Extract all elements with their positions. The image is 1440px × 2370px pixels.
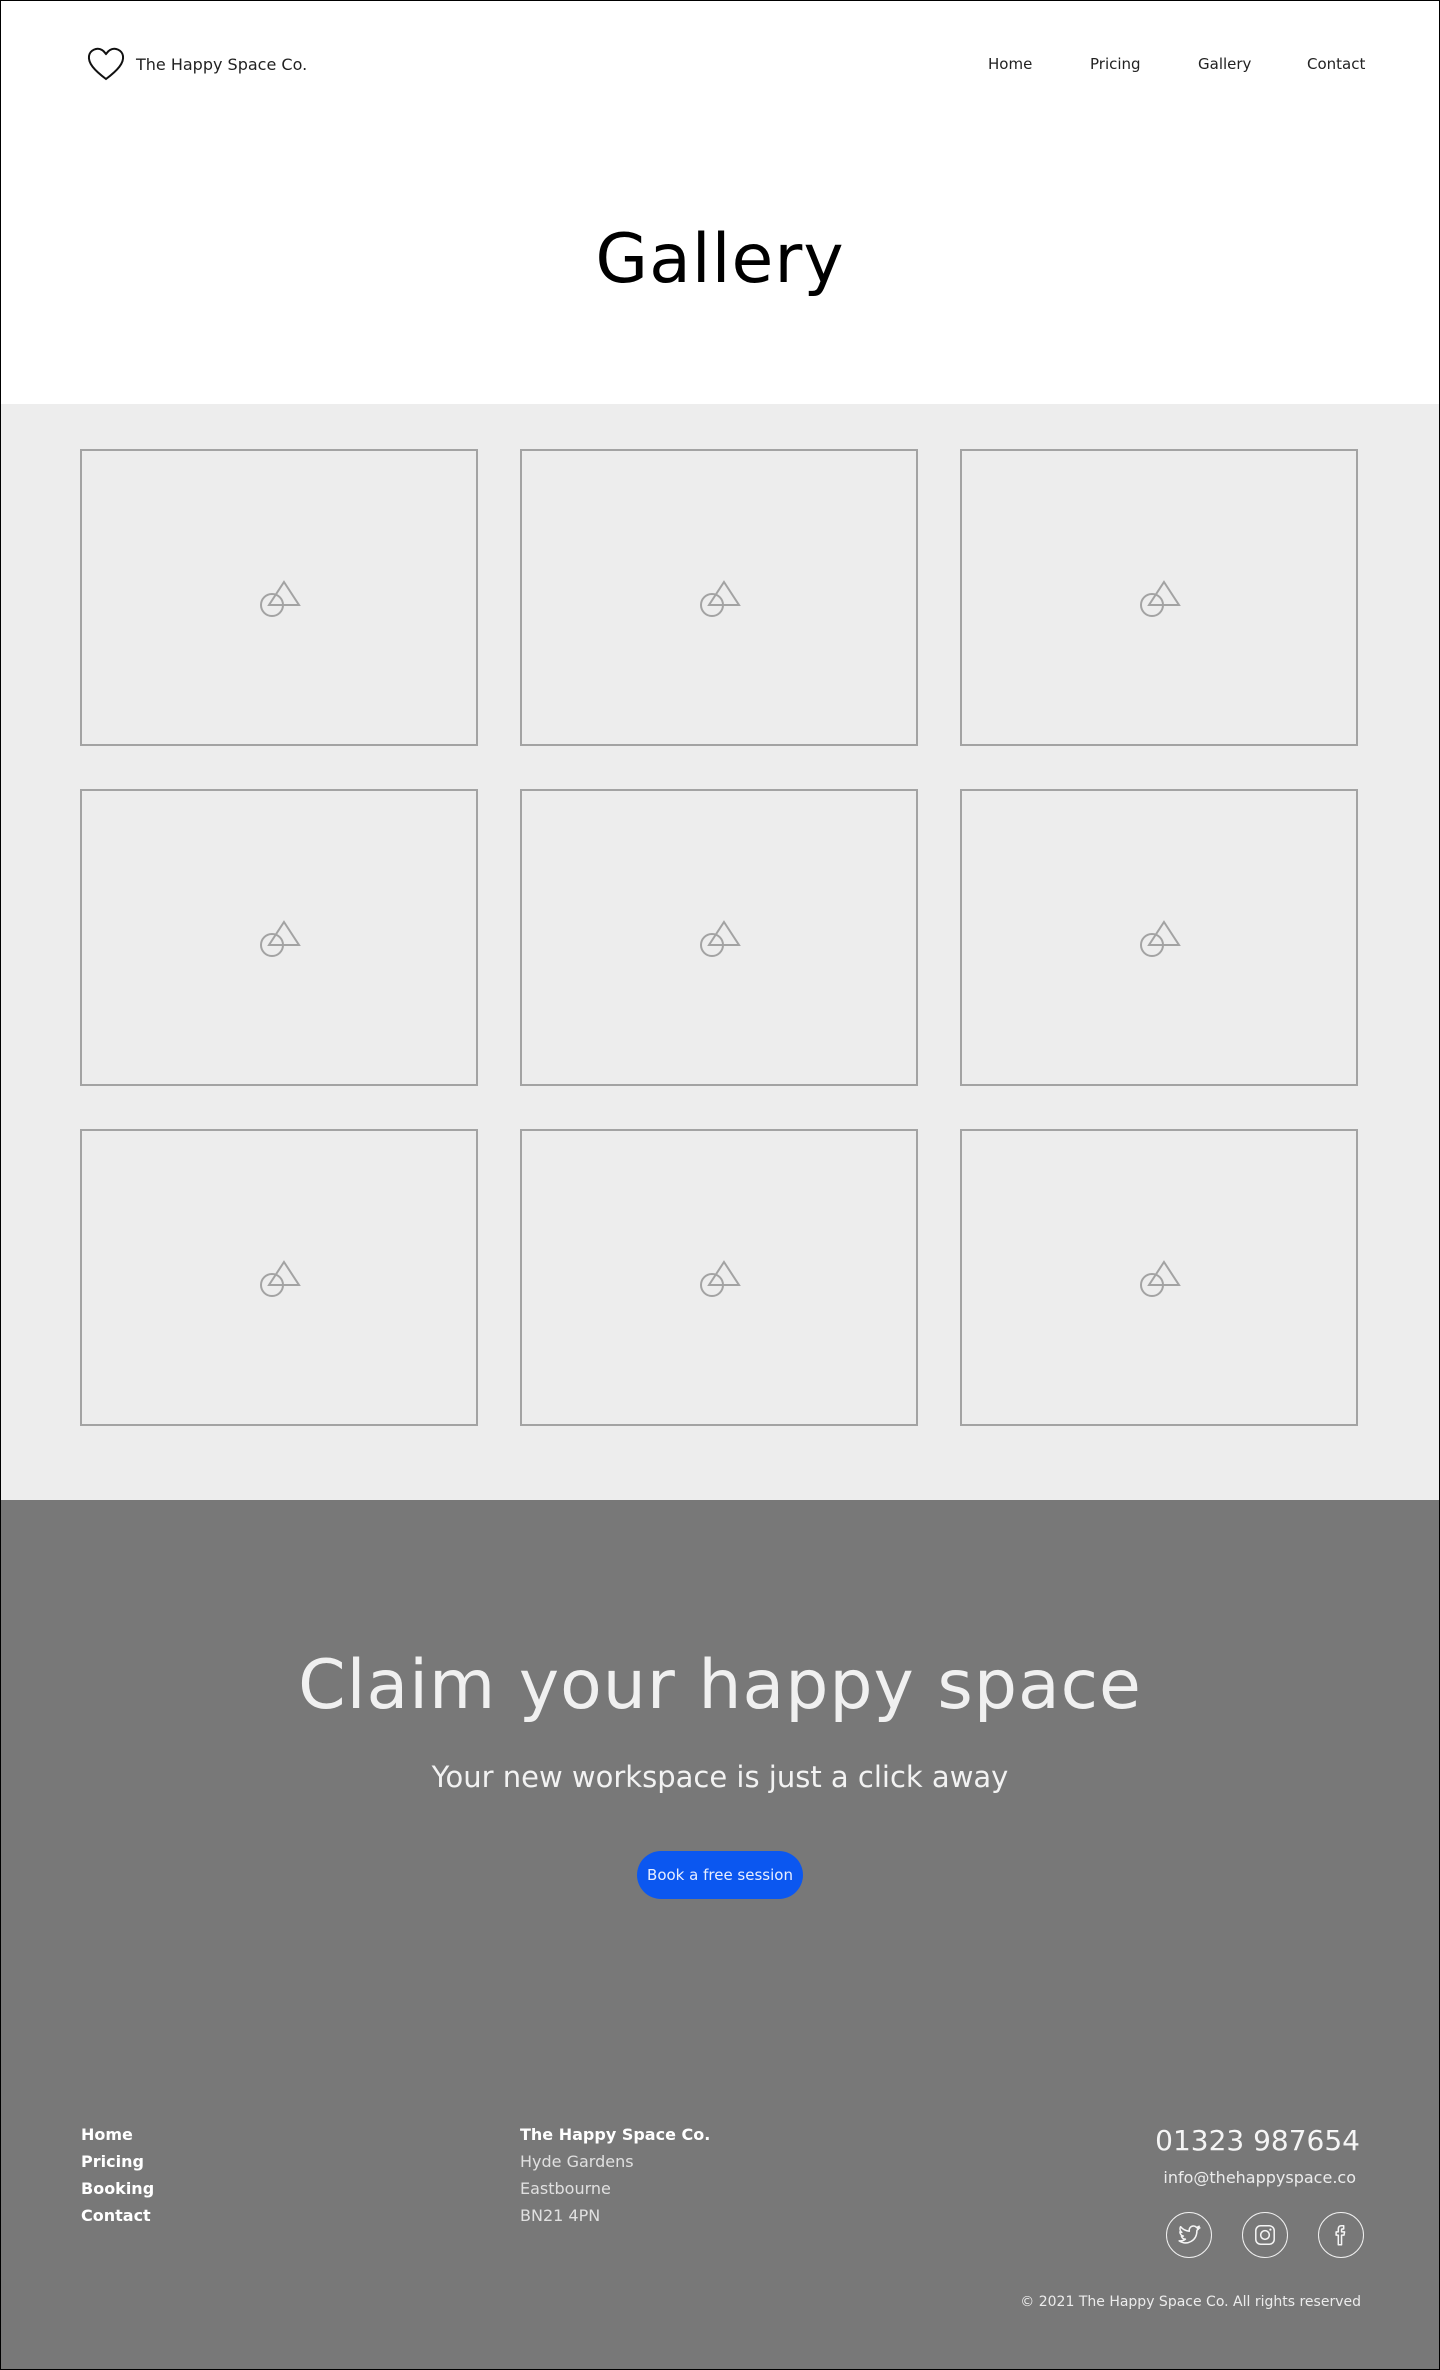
gallery-grid bbox=[0, 404, 1440, 1500]
gallery-image-5[interactable] bbox=[520, 789, 918, 1086]
brand-name: The Happy Space Co. bbox=[136, 54, 308, 74]
twitter-button[interactable] bbox=[1166, 2212, 1212, 2258]
address-line: Eastbourne bbox=[520, 2179, 611, 2198]
email-link[interactable]: info@thehappyspace.co bbox=[1163, 2168, 1356, 2187]
facebook-icon bbox=[1335, 2225, 1346, 2246]
address-company: The Happy Space Co. bbox=[520, 2125, 711, 2144]
page-title: Gallery bbox=[595, 220, 845, 299]
image-placeholder-icon bbox=[260, 920, 301, 957]
book-session-button[interactable]: Book a free session bbox=[637, 1851, 803, 1899]
phone-number[interactable]: 01323 987654 bbox=[1155, 2124, 1360, 2157]
site-header: The Happy Space Co. Home Pricing Gallery… bbox=[0, 0, 1440, 404]
gallery-image-4[interactable] bbox=[80, 789, 478, 1086]
nav-home[interactable]: Home bbox=[988, 55, 1032, 73]
nav-gallery[interactable]: Gallery bbox=[1198, 55, 1251, 73]
image-placeholder-icon bbox=[260, 580, 301, 617]
facebook-button[interactable] bbox=[1318, 2212, 1364, 2258]
footer-nav: Home Pricing Booking Contact bbox=[81, 2121, 154, 2229]
cta-subtitle: Your new workspace is just a click away bbox=[431, 1760, 1009, 1794]
image-placeholder-icon bbox=[1140, 920, 1181, 957]
image-placeholder-icon bbox=[700, 1260, 741, 1297]
footer-link-home[interactable]: Home bbox=[81, 2121, 154, 2148]
heart-icon bbox=[87, 47, 125, 81]
social-links bbox=[1166, 2212, 1364, 2258]
footer-link-pricing[interactable]: Pricing bbox=[81, 2148, 154, 2175]
gallery-image-8[interactable] bbox=[520, 1129, 918, 1426]
twitter-icon bbox=[1178, 2225, 1201, 2244]
nav-contact[interactable]: Contact bbox=[1307, 55, 1365, 73]
footer-link-contact[interactable]: Contact bbox=[81, 2202, 154, 2229]
instagram-icon bbox=[1255, 2225, 1275, 2245]
footer-address: The Happy Space Co. Hyde Gardens Eastbou… bbox=[520, 2121, 710, 2229]
brand-logo[interactable]: The Happy Space Co. bbox=[86, 46, 307, 82]
gallery-image-7[interactable] bbox=[80, 1129, 478, 1426]
nav-pricing[interactable]: Pricing bbox=[1090, 55, 1141, 73]
address-line: Hyde Gardens bbox=[520, 2152, 634, 2171]
image-placeholder-icon bbox=[700, 580, 741, 617]
gallery-image-1[interactable] bbox=[80, 449, 478, 746]
instagram-button[interactable] bbox=[1242, 2212, 1288, 2258]
cta-title: Claim your happy space bbox=[298, 1646, 1142, 1725]
gallery-image-6[interactable] bbox=[960, 789, 1358, 1086]
gallery-image-9[interactable] bbox=[960, 1129, 1358, 1426]
footer-link-booking[interactable]: Booking bbox=[81, 2175, 154, 2202]
address-line: BN21 4PN bbox=[520, 2206, 601, 2225]
image-placeholder-icon bbox=[260, 1260, 301, 1297]
gallery-image-2[interactable] bbox=[520, 449, 918, 746]
gallery-image-3[interactable] bbox=[960, 449, 1358, 746]
image-placeholder-icon bbox=[700, 920, 741, 957]
image-placeholder-icon bbox=[1140, 1260, 1181, 1297]
copyright-text: © 2021 The Happy Space Co. All rights re… bbox=[1020, 2294, 1361, 2310]
image-placeholder-icon bbox=[1140, 580, 1181, 617]
